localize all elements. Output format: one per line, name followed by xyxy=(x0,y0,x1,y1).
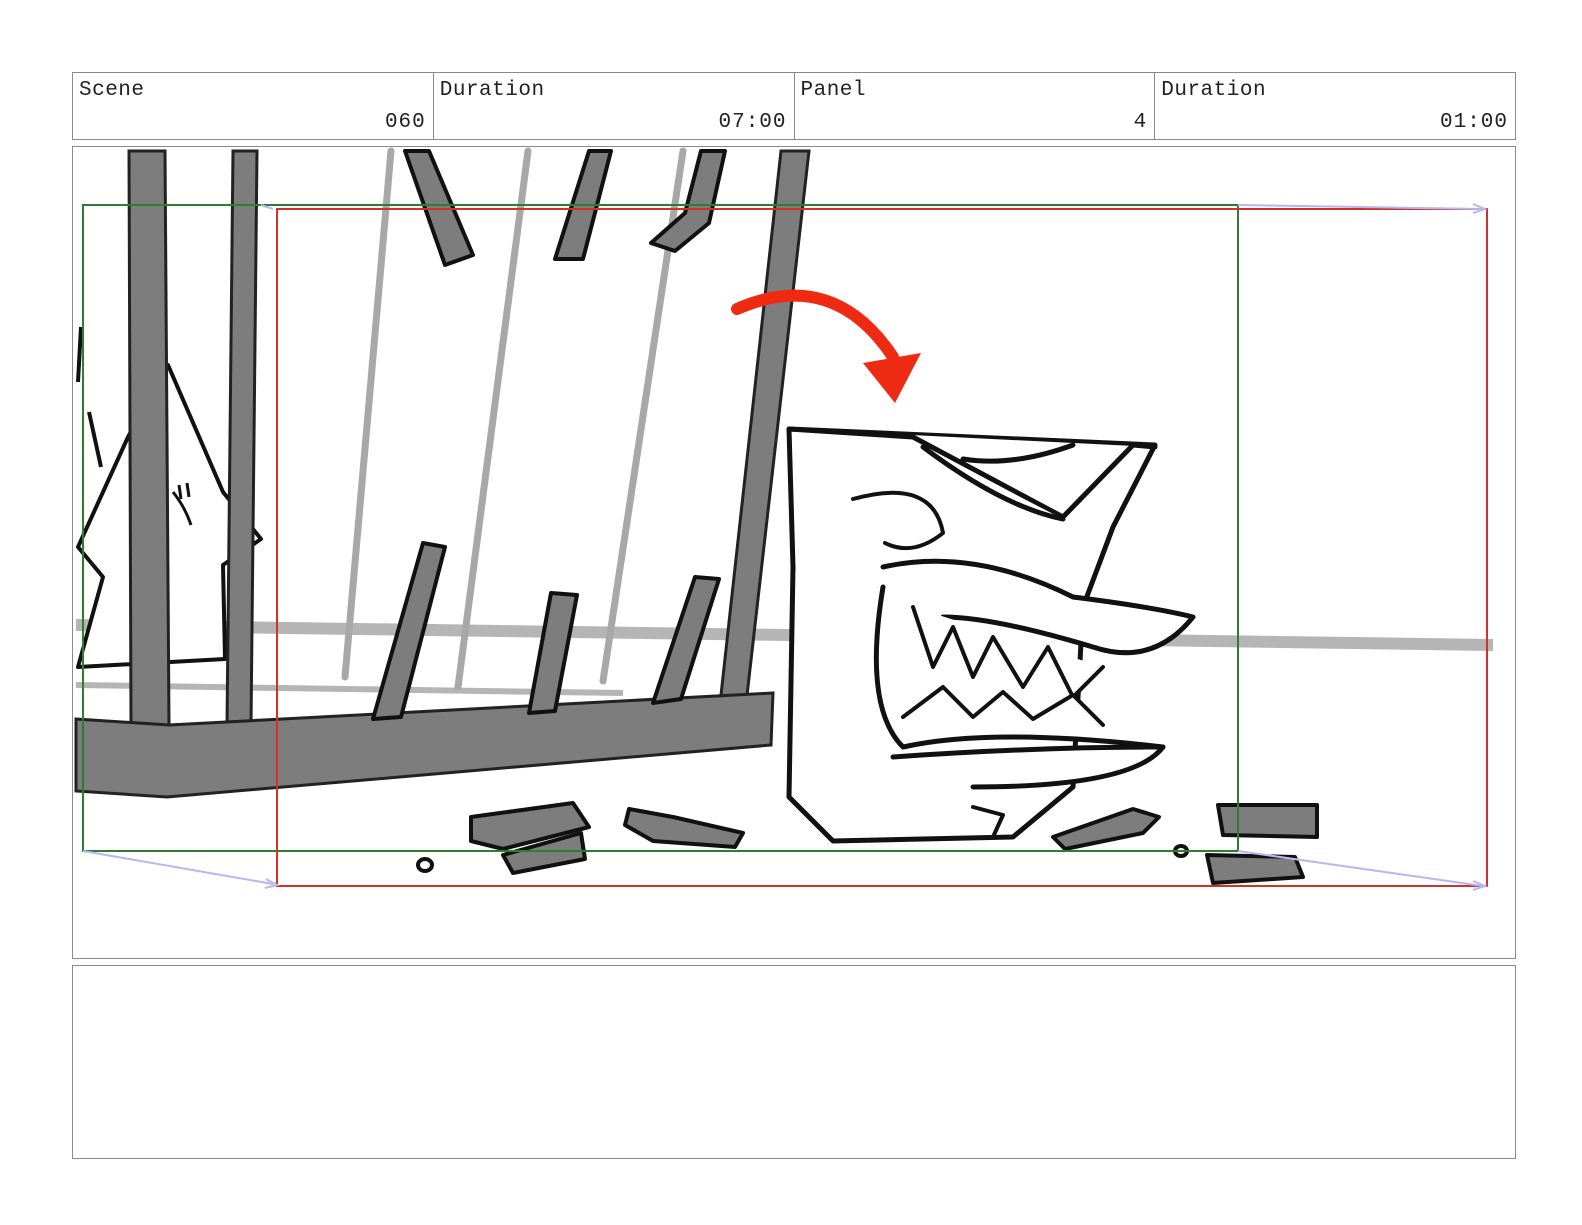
panel-duration-label: Duration xyxy=(1161,79,1267,102)
storyboard-panel[interactable] xyxy=(72,146,1516,959)
panel-cell: Panel 4 xyxy=(795,73,1156,139)
panel-notes[interactable] xyxy=(72,965,1516,1159)
panel-value[interactable]: 4 xyxy=(1134,111,1148,134)
panel-duration-cell: Duration 01:00 xyxy=(1155,73,1515,139)
storyboard-sketch xyxy=(74,147,1494,891)
scene-label: Scene xyxy=(79,79,145,102)
scene-duration-value[interactable]: 07:00 xyxy=(718,111,786,134)
scene-duration-label: Duration xyxy=(439,79,545,102)
storyboard-header: Scene 060 Duration 07:00 Panel 4 Duratio… xyxy=(72,72,1516,140)
scene-value[interactable]: 060 xyxy=(385,111,426,134)
scene-duration-cell: Duration 07:00 xyxy=(434,73,795,139)
scene-cell: Scene 060 xyxy=(73,73,434,139)
panel-label: Panel xyxy=(800,79,867,102)
monster-face xyxy=(786,426,1196,844)
floor-line xyxy=(75,619,1494,651)
cage-base xyxy=(74,691,775,799)
panel-duration-value[interactable]: 01:00 xyxy=(1440,111,1508,134)
cage-back-bars xyxy=(341,147,687,691)
